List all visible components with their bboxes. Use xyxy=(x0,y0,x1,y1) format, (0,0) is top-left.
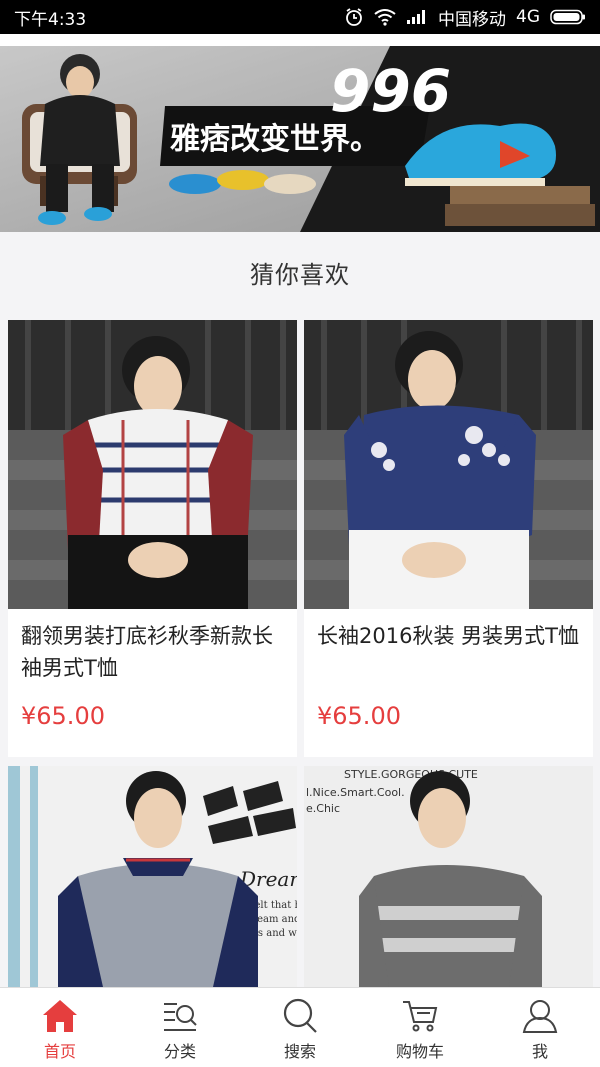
bottom-nav: 首页 分类 搜索 购物车 我 xyxy=(0,987,600,1067)
product-price: ¥65.00 xyxy=(21,702,105,730)
signal-icon xyxy=(406,9,428,25)
promo-banner[interactable]: 996 雅痞改变世界。 xyxy=(0,46,600,232)
product-card[interactable]: 长袖2016秋装 男装男式T恤 ¥65.00 xyxy=(304,320,593,757)
product-image xyxy=(8,320,297,609)
home-icon xyxy=(40,996,80,1036)
category-icon xyxy=(160,996,200,1036)
banner-artwork: 996 雅痞改变世界。 xyxy=(0,46,600,232)
status-bar: 下午4:33 中国移动 4G xyxy=(0,0,600,34)
alarm-icon xyxy=(344,7,364,27)
product-price: ¥65.00 xyxy=(317,702,401,730)
banner-slogan: 雅痞改变世界。 xyxy=(170,122,380,157)
carrier-name: 中国移动 xyxy=(438,9,506,30)
product-card[interactable]: 翻领男装打底衫秋季新款长袖男式T恤 ¥65.00 xyxy=(8,320,297,757)
product-image xyxy=(304,320,593,609)
nav-home[interactable]: 首页 xyxy=(0,988,120,1067)
user-icon xyxy=(520,996,560,1036)
product-name: 翻领男装打底衫秋季新款长袖男式T恤 xyxy=(21,624,273,680)
product-card[interactable]: Dreams He felt that his life of dream an… xyxy=(8,766,297,987)
product-image: Dreams He felt that his life of dream an… xyxy=(8,766,297,987)
nav-search[interactable]: 搜索 xyxy=(240,988,360,1067)
search-icon xyxy=(280,996,320,1036)
nav-label: 购物车 xyxy=(395,1042,444,1061)
banner-number: 996 xyxy=(330,57,451,125)
nav-me[interactable]: 我 xyxy=(480,988,600,1067)
nav-label: 分类 xyxy=(163,1042,196,1061)
section-title: 猜你喜欢 xyxy=(250,260,350,289)
top-gap xyxy=(0,34,600,46)
cart-icon xyxy=(400,996,440,1036)
battery-icon xyxy=(550,9,586,25)
nav-cart[interactable]: 购物车 xyxy=(360,988,480,1067)
status-right: 中国移动 4G xyxy=(344,5,586,30)
nav-label: 首页 xyxy=(43,1042,76,1061)
poster-mid-line: l.Nice.Smart.Cool. xyxy=(306,786,405,799)
product-card[interactable]: STYLE.GORGEOUS.CUTE l.Nice.Smart.Cool. e… xyxy=(304,766,593,987)
nav-category[interactable]: 分类 xyxy=(120,988,240,1067)
nav-label: 我 xyxy=(531,1042,548,1061)
wifi-icon xyxy=(374,8,396,26)
network-type: 4G xyxy=(516,7,540,27)
nav-label: 搜索 xyxy=(283,1042,316,1061)
poster-low-line: e.Chic xyxy=(306,802,340,815)
status-time: 下午4:33 xyxy=(14,9,87,30)
product-image: STYLE.GORGEOUS.CUTE l.Nice.Smart.Cool. e… xyxy=(304,766,593,987)
product-name: 长袖2016秋装 男装男式T恤 xyxy=(317,624,579,648)
